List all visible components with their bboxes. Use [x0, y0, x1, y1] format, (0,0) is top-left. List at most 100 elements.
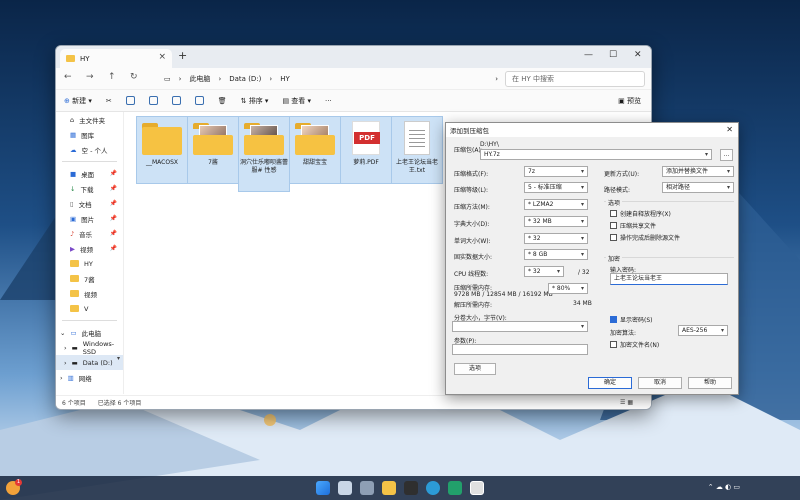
- maximize-icon[interactable]: ☐: [609, 50, 617, 60]
- search-input[interactable]: 在 HY 中搜索: [505, 71, 645, 87]
- preview-button[interactable]: ▣ 预览: [618, 96, 641, 106]
- update-select[interactable]: 添加并替换文件: [662, 166, 734, 177]
- tray-icons[interactable]: ⌃ ☁ ◐ ▭: [708, 483, 740, 491]
- edge-icon[interactable]: [426, 481, 440, 495]
- browse-button[interactable]: ...: [720, 149, 733, 161]
- archive-path: D:\HY\: [480, 141, 499, 148]
- sidebar-item-label: HY: [84, 259, 93, 268]
- crumb-folder[interactable]: HY: [280, 75, 290, 83]
- format-select[interactable]: 7z: [524, 166, 588, 177]
- 7zip-icon[interactable]: [470, 481, 484, 495]
- delete-icon[interactable]: 🗑: [218, 97, 227, 105]
- sidebar-item-label: 音乐: [79, 230, 93, 239]
- close-tab-icon[interactable]: ×: [158, 52, 166, 62]
- file-item-macosx[interactable]: __MACOSX: [136, 116, 188, 184]
- sfx-checkbox[interactable]: 创建自释放程序(X): [610, 209, 671, 218]
- more-button[interactable]: ···: [325, 97, 332, 105]
- start-icon[interactable]: [316, 481, 330, 495]
- mem-percent-select[interactable]: * 80%: [548, 283, 588, 294]
- password-input[interactable]: 上老王论坛当老王: [610, 273, 728, 285]
- file-item-tiantian[interactable]: 甜甜宝宝: [289, 116, 341, 184]
- level-select[interactable]: 5 - 标准压缩: [524, 182, 588, 193]
- params-input[interactable]: [452, 344, 588, 355]
- sidebar-item-hy[interactable]: HY: [56, 256, 123, 271]
- new-tab-button[interactable]: +: [178, 49, 187, 62]
- sidebar-item-desktop[interactable]: ■ 桌面 📌: [56, 166, 123, 181]
- archive-name-input[interactable]: HY.7z: [480, 149, 712, 160]
- cpu-total: / 32: [578, 269, 590, 276]
- sidebar-item-pictures[interactable]: ▣ 图片 📌: [56, 211, 123, 226]
- sidebar-item-onedrive[interactable]: ☁ 空 - 个人: [56, 142, 123, 157]
- options-button[interactable]: 选项: [454, 363, 496, 375]
- share-icon[interactable]: [194, 96, 204, 105]
- sidebar-item-network[interactable]: › ▥ 网络: [56, 370, 123, 385]
- sidebar-item-home[interactable]: ⌂ 主文件夹: [56, 112, 123, 127]
- cancel-button[interactable]: 取消: [638, 377, 682, 389]
- file-item-cave-folder[interactable]: 洞穴仕乐嘟呗酱蕾服# 性感: [238, 116, 290, 192]
- encrypt-names-checkbox[interactable]: 加密文件名(N): [610, 340, 659, 349]
- sidebar-item-music[interactable]: ♪ 音乐 📌: [56, 226, 123, 241]
- method-select[interactable]: * LZMA2: [524, 199, 588, 210]
- app-icon[interactable]: [404, 481, 418, 495]
- up-icon[interactable]: ↑: [108, 72, 116, 82]
- sidebar-item-7jiang[interactable]: 7酱: [56, 271, 123, 286]
- divider: [62, 320, 117, 321]
- task-view-icon[interactable]: [360, 481, 374, 495]
- back-icon[interactable]: ←: [64, 72, 72, 82]
- sidebar-item-downloads[interactable]: ↓ 下载 📌: [56, 181, 123, 196]
- sidebar-item-this-pc[interactable]: ⌄ ▭ 此电脑: [56, 325, 123, 340]
- ok-button[interactable]: 确定: [588, 377, 632, 389]
- close-icon[interactable]: ✕: [726, 125, 733, 134]
- explorer-icon[interactable]: [382, 481, 396, 495]
- rename-icon[interactable]: [171, 96, 181, 105]
- cut-icon[interactable]: ✂: [106, 97, 112, 105]
- sidebar-item-documents[interactable]: ▯ 文档 📌: [56, 196, 123, 211]
- chevron-icon: ›: [218, 75, 222, 83]
- app-icon[interactable]: [448, 481, 462, 495]
- crumb-pc[interactable]: 此电脑: [189, 74, 210, 84]
- file-item-7jiang[interactable]: 7酱: [187, 116, 239, 184]
- sidebar-item-gallery[interactable]: ▦ 图库: [56, 127, 123, 142]
- forward-icon[interactable]: →: [86, 72, 94, 82]
- view-button[interactable]: ▤ 查看 ▾: [282, 96, 311, 106]
- new-button[interactable]: ⊕ 新建 ▾: [64, 96, 92, 106]
- show-password-checkbox[interactable]: 显示密码(S): [610, 315, 653, 324]
- sidebar-item-data-d[interactable]: › ▬ Data (D:): [56, 355, 123, 370]
- details-view-icon[interactable]: ☰ ▦: [620, 399, 633, 406]
- tab-hy[interactable]: HY ×: [60, 49, 172, 68]
- taskbar: 1 ⌃ ☁ ◐ ▭: [0, 476, 800, 500]
- encryption-method-select[interactable]: AES-256: [678, 325, 728, 336]
- dict-select[interactable]: * 32 MB: [524, 216, 588, 227]
- delete-checkbox[interactable]: 操作完成后删除源文件: [610, 233, 680, 242]
- tab-title: HY: [80, 54, 90, 63]
- word-select[interactable]: * 32: [524, 233, 588, 244]
- cpu-select[interactable]: * 32: [524, 266, 564, 277]
- paste-icon[interactable]: [148, 96, 158, 105]
- shared-checkbox[interactable]: 压缩共享文件: [610, 221, 656, 230]
- solid-select[interactable]: * 8 GB: [524, 249, 588, 260]
- copy-icon[interactable]: [125, 96, 135, 105]
- refresh-icon[interactable]: ↻: [130, 72, 138, 82]
- dialog-titlebar: 添加到压缩包 ✕: [446, 123, 738, 137]
- close-window-icon[interactable]: ✕: [634, 50, 642, 60]
- sidebar-item-label: 主文件夹: [79, 116, 106, 125]
- pathmode-select[interactable]: 相对路径: [662, 182, 734, 193]
- file-item-pdf[interactable]: PDF 萝莉.PDF: [340, 116, 392, 184]
- folder-icon: [70, 290, 79, 297]
- breadcrumb[interactable]: ▭ › 此电脑 › Data (D:) › HY ›: [156, 71, 504, 87]
- add-to-archive-dialog[interactable]: 添加到压缩包 ✕ 压缩包(A): D:\HY\ HY.7z ... 压缩格式(F…: [445, 122, 739, 395]
- notification-icon[interactable]: 1: [6, 479, 22, 495]
- sidebar-item-label: 文档: [78, 200, 92, 209]
- file-item-txt[interactable]: 上老王论坛当老王.txt: [391, 116, 443, 184]
- split-select[interactable]: [452, 321, 588, 332]
- sidebar-item-video-folder[interactable]: 视频: [56, 286, 123, 301]
- crumb-drive[interactable]: Data (D:): [229, 75, 261, 83]
- sort-button[interactable]: ⇅ 排序 ▾: [241, 96, 269, 106]
- help-button[interactable]: 帮助: [688, 377, 732, 389]
- minimize-icon[interactable]: —: [584, 50, 593, 60]
- sidebar-item-windows-ssd[interactable]: › ▬ Windows-SSD: [56, 340, 123, 356]
- sidebar-item-videos[interactable]: ▶ 视频 📌: [56, 241, 123, 256]
- search-icon[interactable]: [338, 481, 352, 495]
- status-bar: 6 个项目 已选择 6 个项目 ☰ ▦: [56, 395, 651, 409]
- sidebar-item-v[interactable]: V: [56, 301, 123, 316]
